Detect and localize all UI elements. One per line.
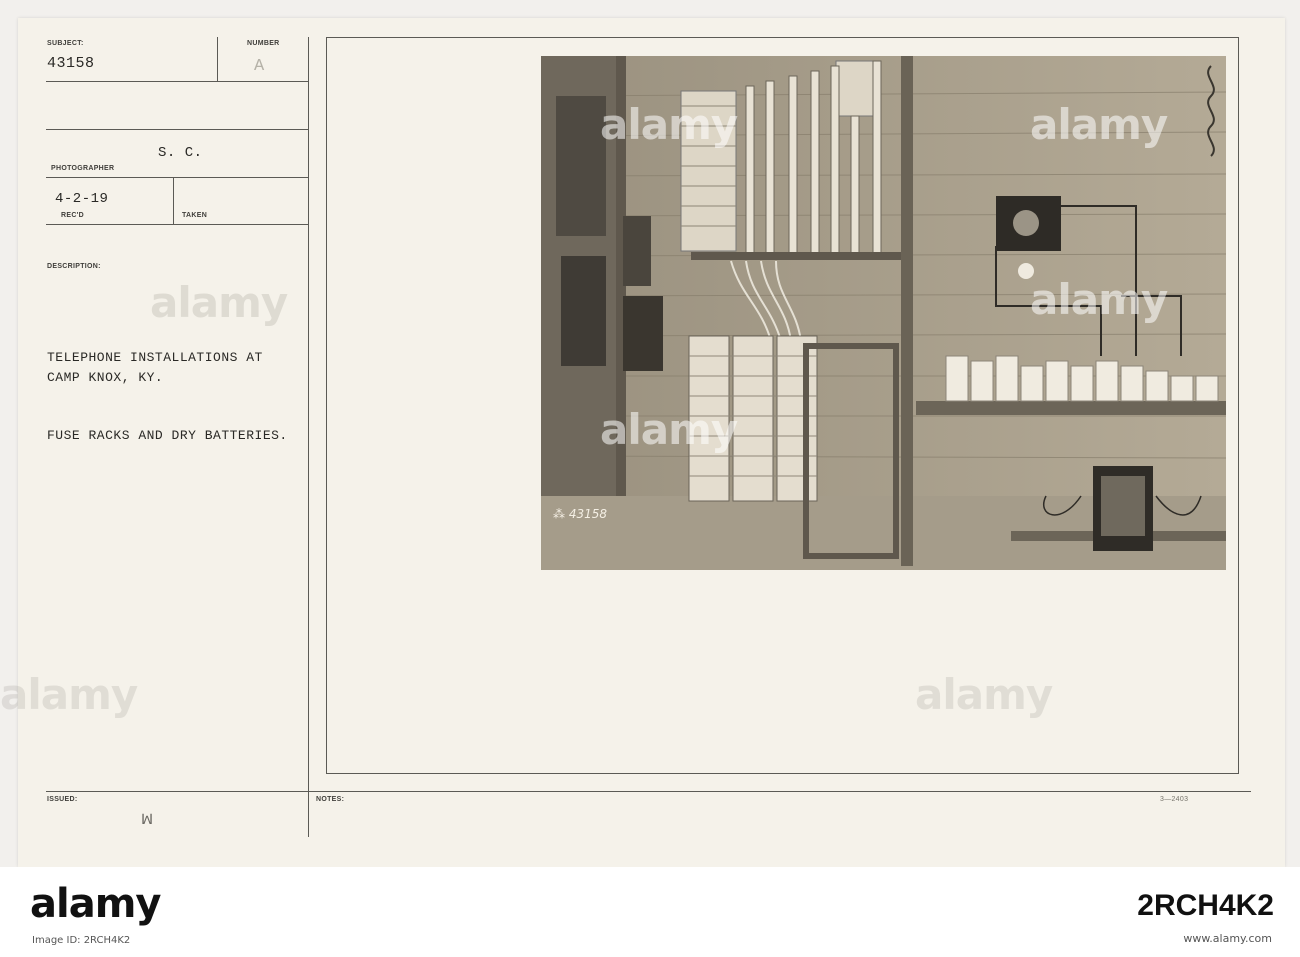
recd-value: 4-2-19 (55, 191, 109, 207)
brand-logo: alamy (30, 881, 161, 927)
watermark-3: alamy (1030, 100, 1168, 149)
divider-taken (173, 177, 174, 224)
photographer-value: S. C. (158, 145, 203, 161)
negative-number-value: 43158 (568, 507, 608, 521)
divider-photographer (46, 177, 308, 178)
divider-subject (46, 129, 308, 130)
negative-number: ⁂ 43158 (553, 507, 607, 521)
image-id: 2RCH4K2 (1137, 889, 1274, 922)
watermark-5: alamy (1030, 275, 1168, 324)
form-code: 3—2403 (1160, 796, 1189, 803)
issued-label: ISSUED: (47, 796, 78, 803)
subject-value: 43158 (47, 55, 95, 72)
divider-top (46, 81, 308, 82)
watermark-2: alamy (600, 100, 738, 149)
watermark-bar (0, 867, 1300, 957)
watermark-1: alamy (150, 278, 288, 327)
notes-label: NOTES: (316, 796, 345, 803)
photographer-label: PHOTOGRAPHER (51, 165, 115, 172)
taken-label: TAKEN (182, 212, 208, 219)
column-divider (308, 37, 309, 837)
site-url: www.alamy.com (1183, 932, 1272, 945)
number-label: NUMBER (247, 40, 280, 47)
description-label: DESCRIPTION: (47, 263, 101, 270)
divider-number (217, 37, 218, 81)
issued-mark: ꟽ (141, 813, 154, 829)
recd-label: REC'D (61, 212, 84, 219)
description-line-2: CAMP KNOX, KY. (47, 370, 164, 385)
image-id-caption: Image ID: 2RCH4K2 (32, 935, 131, 946)
subject-label: SUBJECT: (47, 40, 84, 47)
description-line-3: FUSE RACKS AND DRY BATTERIES. (47, 428, 288, 443)
watermark-6: alamy (0, 670, 138, 719)
divider-recd (46, 224, 308, 225)
negative-symbol: ⁂ (553, 507, 565, 521)
number-value: A (254, 57, 265, 76)
description-line-1: TELEPHONE INSTALLATIONS AT (47, 350, 263, 365)
watermark-4: alamy (600, 405, 738, 454)
watermark-7: alamy (915, 670, 1053, 719)
divider-footer (46, 791, 1251, 792)
